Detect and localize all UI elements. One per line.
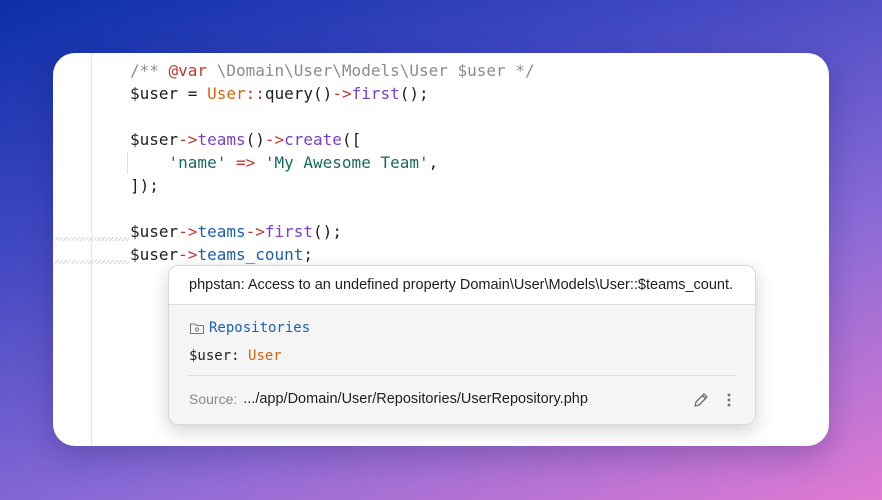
source-path[interactable]: .../app/Domain/User/Repositories/UserRep… (243, 391, 588, 407)
method-name: first (351, 84, 400, 103)
operator: :: (245, 84, 265, 103)
gutter-divider (91, 53, 92, 446)
operator: = (178, 84, 208, 103)
repo-row: Repositories (189, 317, 735, 339)
operator: -> (178, 222, 198, 241)
punctuation: ; (303, 245, 314, 264)
doc-type: \Domain\User\Models\User $user (207, 61, 516, 80)
variable-type: User (248, 348, 282, 364)
code-line: $user->teams_count; (130, 243, 535, 266)
code-line: /** @var \Domain\User\Models\User $user … (130, 59, 535, 82)
method-name: create (284, 130, 342, 149)
method-name: first (264, 222, 314, 241)
punctuation: () (245, 130, 265, 149)
operator: -> (178, 130, 198, 149)
variable: $user (130, 84, 179, 103)
operator: -> (178, 245, 198, 264)
string-key: 'name' (168, 153, 227, 172)
method-name: teams (197, 130, 246, 149)
indent-guide (127, 152, 128, 174)
punctuation: ([ (341, 130, 362, 149)
pencil-icon[interactable] (691, 390, 711, 410)
variable: $user (130, 245, 179, 264)
class-name: User (207, 84, 246, 103)
variable: $user (130, 222, 179, 241)
code-line: 'name' => 'My Awesome Team', (130, 151, 535, 174)
popup-body: Repositories $user: User Source: .../app… (169, 305, 755, 422)
property-name: teams (197, 222, 246, 241)
source-row: Source: .../app/Domain/User/Repositories… (189, 376, 735, 422)
code-line: ]); (130, 174, 535, 197)
folder-icon (189, 320, 205, 336)
operator: -> (264, 130, 285, 149)
code-line: $user->teams()->create([ (130, 128, 535, 151)
inspection-popup: phpstan: Access to an undefined property… (168, 265, 756, 425)
undefined-property[interactable]: teams_count (197, 245, 303, 264)
doc-tag: @var (168, 61, 208, 80)
variable-type-row: $user: User (189, 345, 735, 367)
string-value: 'My Awesome Team' (264, 153, 429, 172)
punctuation: , (428, 153, 439, 172)
popup-actions (683, 390, 739, 410)
editor-card: /** @var \Domain\User\Models\User $user … (53, 53, 829, 446)
code-editor[interactable]: /** @var \Domain\User\Models\User $user … (130, 59, 535, 266)
warning-squiggle (55, 237, 129, 241)
punctuation: (); (313, 222, 342, 241)
punctuation: (); (399, 84, 429, 103)
code-line: $user = User::query()->first(); (130, 82, 535, 105)
more-vertical-icon[interactable] (719, 390, 739, 410)
operator: -> (332, 84, 352, 103)
doc-comment-open: /** (130, 61, 169, 80)
variable-label: $user: (189, 348, 249, 364)
source-label: Source: (189, 391, 238, 407)
operator: => (226, 153, 265, 172)
method-name: query (264, 84, 314, 103)
doc-comment-close: */ (515, 61, 535, 80)
repositories-link[interactable]: Repositories (209, 320, 310, 336)
operator: -> (245, 222, 265, 241)
punctuation: () (313, 84, 333, 103)
code-line: $user->teams->first(); (130, 220, 535, 243)
warning-squiggle (55, 260, 129, 264)
punctuation: ]); (130, 176, 159, 195)
inspection-message: phpstan: Access to an undefined property… (169, 266, 755, 305)
variable: $user (130, 130, 179, 149)
